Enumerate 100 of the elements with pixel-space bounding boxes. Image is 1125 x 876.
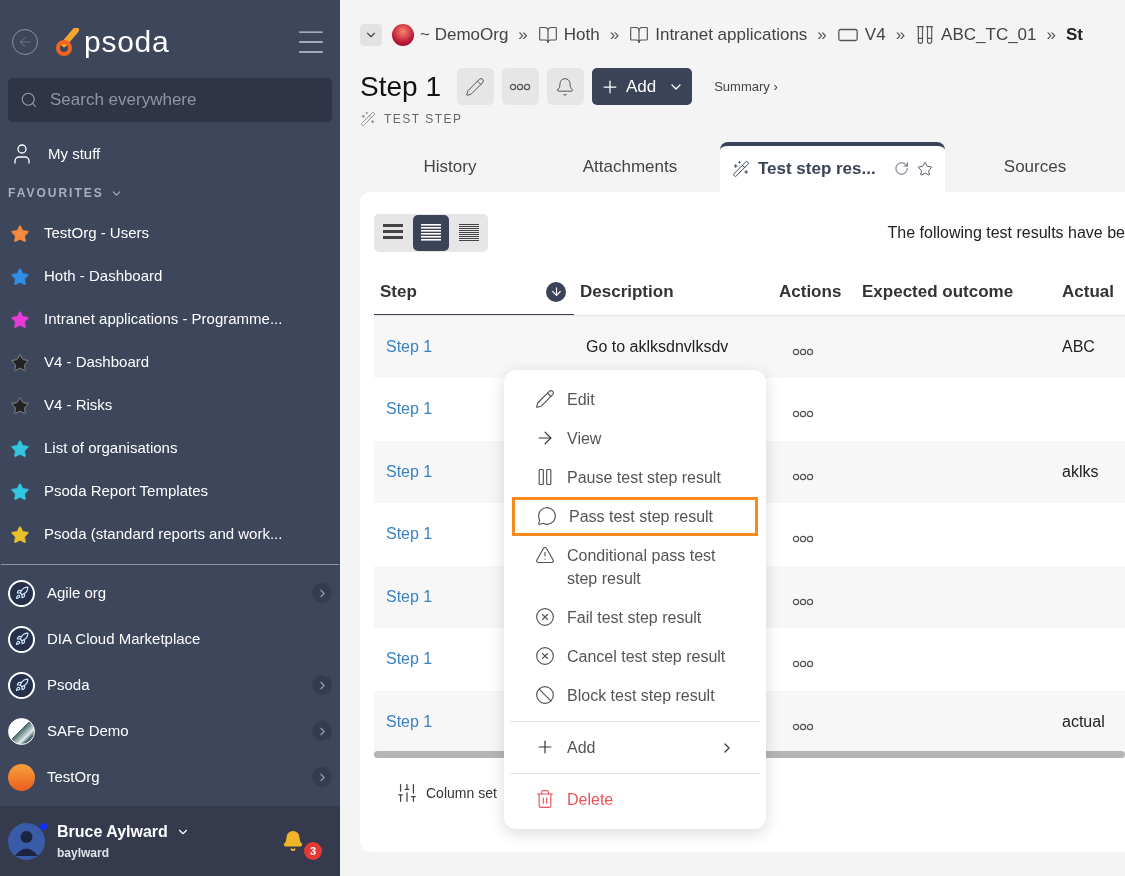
- column-header[interactable]: Expected outcome: [862, 279, 1062, 305]
- tab[interactable]: Test step res...: [720, 141, 945, 192]
- cross-circle-icon: [535, 607, 555, 627]
- breadcrumb-separator: »: [518, 24, 528, 46]
- organisation-link[interactable]: DIA Cloud Marketplace: [47, 627, 201, 651]
- test-tubes-icon: [915, 24, 936, 45]
- organisation-link[interactable]: Psoda: [47, 673, 90, 697]
- rocket-avatar: [8, 625, 35, 653]
- edit-button[interactable]: [456, 68, 494, 105]
- tab[interactable]: Attachments: [540, 141, 720, 192]
- list-density-icon: [420, 221, 442, 244]
- tab[interactable]: History: [360, 141, 540, 192]
- step-link[interactable]: Step 1: [374, 334, 574, 359]
- check-bubble-icon: [537, 506, 557, 526]
- notification-icon[interactable]: [282, 830, 304, 852]
- logo-icon: [56, 28, 82, 56]
- breadcrumb-link[interactable]: V4: [864, 22, 886, 48]
- type-label: TEST STEP: [384, 110, 463, 128]
- menu-item[interactable]: Fail test step result: [512, 598, 758, 637]
- column-header[interactable]: Actions: [774, 279, 862, 305]
- pencil-icon: [465, 76, 486, 97]
- favourite-link[interactable]: Psoda Report Templates: [44, 480, 208, 503]
- summary-link[interactable]: Summary ›: [714, 76, 778, 97]
- more-icon[interactable]: [792, 660, 814, 669]
- breadcrumb-link[interactable]: ~ DemoOrg: [420, 22, 509, 48]
- more-icon[interactable]: [792, 347, 814, 356]
- organisation-link[interactable]: Agile org: [47, 581, 107, 605]
- table-cell: actual: [1062, 712, 1105, 730]
- username: baylward: [57, 845, 111, 862]
- pencil-icon: [535, 389, 555, 409]
- wand-icon: [732, 158, 750, 179]
- add-button[interactable]: Add: [591, 68, 693, 105]
- organisation-link[interactable]: TestOrg: [47, 765, 100, 789]
- menu-item[interactable]: Pass test step result: [512, 497, 758, 536]
- more-icon[interactable]: [792, 597, 814, 606]
- table-cell: Go to aklksdnvlksdv: [586, 337, 729, 355]
- column-header[interactable]: Description: [574, 279, 774, 305]
- my-stuff-link[interactable]: My stuff: [48, 142, 101, 166]
- menu-item[interactable]: Delete: [512, 780, 758, 819]
- breadcrumb-link[interactable]: Hoth: [563, 22, 600, 48]
- dropdown-button[interactable]: [360, 23, 382, 46]
- trash-icon: [535, 789, 555, 809]
- wand-icon: [360, 110, 376, 127]
- column-header[interactable]: Actual: [1062, 279, 1114, 305]
- favourite-link[interactable]: Psoda (standard reports and work...: [44, 523, 283, 546]
- menu-item[interactable]: Conditional pass test step result: [512, 536, 758, 598]
- book-icon: [629, 24, 650, 45]
- avatar-picture: [8, 717, 35, 745]
- table-cell: ABC: [1062, 337, 1095, 355]
- block-icon: [535, 685, 555, 705]
- tab[interactable]: Sources: [945, 141, 1125, 192]
- more-icon[interactable]: [792, 472, 814, 481]
- more-icon[interactable]: [792, 410, 814, 419]
- favourite-link[interactable]: List of organisations: [44, 437, 178, 460]
- avatar-picture: [8, 763, 35, 791]
- expand-button[interactable]: [312, 721, 332, 741]
- breadcrumb-link[interactable]: Intranet applications: [655, 22, 808, 48]
- menu-item[interactable]: Add: [512, 728, 758, 767]
- favourite-link[interactable]: Intranet applications - Programme...: [44, 308, 283, 331]
- menu-item[interactable]: Edit: [512, 380, 758, 419]
- favourite-link[interactable]: V4 - Dashboard: [44, 351, 150, 374]
- menu-item[interactable]: View: [512, 419, 758, 458]
- more-icon[interactable]: [792, 535, 814, 544]
- bell-icon: [555, 76, 576, 97]
- menu-item[interactable]: Cancel test step result: [512, 637, 758, 676]
- table-cell: aklks: [1062, 462, 1099, 480]
- expand-button[interactable]: [312, 583, 332, 603]
- favourite-link[interactable]: Hoth - Dashboard: [44, 265, 163, 288]
- breadcrumb-link[interactable]: St: [1066, 22, 1083, 48]
- refresh-icon[interactable]: [893, 160, 909, 177]
- favourite-link[interactable]: V4 - Risks: [44, 394, 113, 417]
- menu-item[interactable]: Pause test step result: [512, 458, 758, 497]
- notice-text: The following test results have be: [887, 222, 1125, 243]
- menu-item[interactable]: Block test step result: [512, 676, 758, 715]
- more-icon[interactable]: [792, 722, 814, 731]
- sort-button[interactable]: [546, 281, 566, 302]
- user-name[interactable]: Bruce Aylward: [57, 820, 168, 844]
- star-icon[interactable]: [916, 159, 933, 178]
- search-field[interactable]: Search everywhere: [8, 78, 332, 122]
- view-mode-button[interactable]: [413, 214, 449, 251]
- breadcrumb-separator: »: [895, 24, 906, 46]
- rocket-avatar: [8, 671, 35, 699]
- favourite-link[interactable]: TestOrg - Users: [44, 222, 149, 245]
- more-button[interactable]: [501, 68, 539, 105]
- more-icon: [509, 82, 532, 91]
- column-header[interactable]: Step: [380, 278, 417, 305]
- breadcrumb-separator: »: [609, 24, 620, 46]
- section-heading[interactable]: FAVOURITES: [8, 184, 104, 202]
- column-settings-link[interactable]: Column set: [426, 782, 497, 804]
- breadcrumb-link[interactable]: ABC_TC_01: [941, 22, 1037, 48]
- logo-text: psoda: [84, 27, 170, 57]
- cross-circle-icon: [535, 646, 555, 666]
- bell-button[interactable]: [546, 68, 584, 105]
- expand-button[interactable]: [312, 675, 332, 695]
- breadcrumb-separator: »: [817, 24, 827, 46]
- organisation-link[interactable]: SAFe Demo: [47, 719, 129, 743]
- expand-button[interactable]: [312, 767, 332, 787]
- breadcrumb-separator: »: [1046, 24, 1056, 46]
- warning-icon: [535, 545, 555, 565]
- rocket-avatar: [8, 579, 35, 607]
